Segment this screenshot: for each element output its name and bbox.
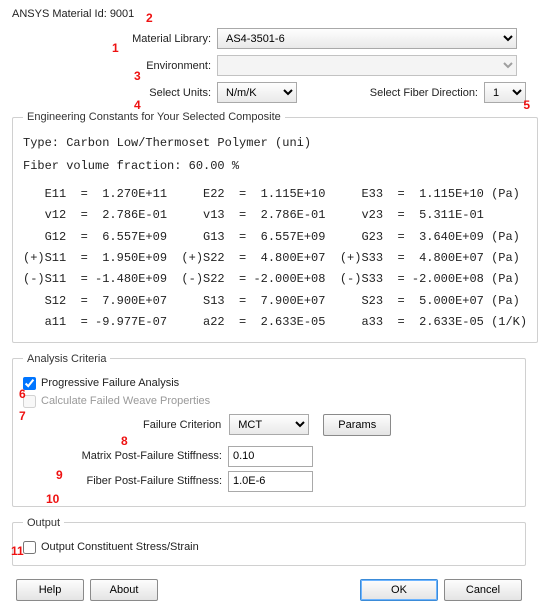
annotation-3: 3 bbox=[134, 69, 141, 83]
ok-button[interactable]: OK bbox=[360, 579, 438, 601]
output-constituent-checkbox[interactable] bbox=[23, 541, 36, 554]
annotation-1: 1 bbox=[112, 41, 119, 55]
annotation-5: 5 bbox=[523, 98, 530, 112]
matrix-pfs-label: Matrix Post-Failure Stiffness: bbox=[23, 450, 228, 462]
fiber-pfs-input[interactable] bbox=[228, 471, 313, 492]
failure-criterion-select[interactable]: MCT bbox=[229, 414, 309, 435]
analysis-criteria-legend: Analysis Criteria bbox=[23, 353, 110, 365]
fvf-line: Fiber volume fraction: 60.00 % bbox=[23, 158, 527, 175]
annotation-2: 2 bbox=[146, 11, 153, 25]
params-button[interactable]: Params bbox=[323, 414, 391, 436]
annotation-11: 11 bbox=[11, 544, 24, 558]
const-row-Sm: (-)S11 = -1.480E+09 (-)S22 = -2.000E+08 … bbox=[23, 271, 527, 288]
output-legend: Output bbox=[23, 517, 64, 529]
cancel-button[interactable]: Cancel bbox=[444, 579, 522, 601]
annotation-9: 9 bbox=[56, 468, 63, 482]
annotation-10: 10 bbox=[46, 492, 59, 506]
about-button[interactable]: About bbox=[90, 579, 158, 601]
const-row-G: G12 = 6.557E+09 G13 = 6.557E+09 G23 = 3.… bbox=[23, 229, 527, 246]
type-line: Type: Carbon Low/Thermoset Polymer (uni) bbox=[23, 135, 527, 152]
select-fiber-select[interactable]: 1 bbox=[484, 82, 526, 103]
select-units-select[interactable]: N/m/K bbox=[217, 82, 297, 103]
material-id-label: ANSYS Material Id: 9001 bbox=[12, 8, 526, 20]
progressive-failure-label: Progressive Failure Analysis bbox=[41, 377, 179, 389]
failed-weave-label: Calculate Failed Weave Properties bbox=[41, 395, 210, 407]
const-row-a: a11 = -9.977E-07 a22 = 2.633E-05 a33 = 2… bbox=[23, 314, 527, 331]
annotation-6: 6 bbox=[19, 387, 26, 401]
engineering-constants-group: Engineering Constants for Your Selected … bbox=[12, 111, 538, 343]
environment-label: Environment: bbox=[12, 60, 217, 72]
select-units-label: Select Units: bbox=[12, 87, 217, 99]
matrix-pfs-input[interactable] bbox=[228, 446, 313, 467]
failure-criterion-label: Failure Criterion bbox=[143, 419, 221, 431]
select-fiber-label: Select Fiber Direction: bbox=[370, 87, 478, 99]
fiber-pfs-label: Fiber Post-Failure Stiffness: bbox=[23, 475, 228, 487]
environment-select[interactable] bbox=[217, 55, 517, 76]
analysis-criteria-group: Analysis Criteria Progressive Failure An… bbox=[12, 353, 526, 507]
const-row-v: v12 = 2.786E-01 v13 = 2.786E-01 v23 = 5.… bbox=[23, 207, 527, 224]
output-group: Output Output Constituent Stress/Strain bbox=[12, 517, 526, 566]
engineering-constants-legend: Engineering Constants for Your Selected … bbox=[23, 111, 285, 123]
annotation-7: 7 bbox=[19, 409, 26, 423]
footer-bar: Help About OK Cancel bbox=[16, 579, 522, 601]
annotation-8: 8 bbox=[121, 434, 128, 448]
material-library-select[interactable]: AS4-3501-6 bbox=[217, 28, 517, 49]
output-constituent-label: Output Constituent Stress/Strain bbox=[41, 541, 199, 553]
const-row-E: E11 = 1.270E+11 E22 = 1.115E+10 E33 = 1.… bbox=[23, 186, 527, 203]
const-row-Sp: (+)S11 = 1.950E+09 (+)S22 = 4.800E+07 (+… bbox=[23, 250, 527, 267]
annotation-4: 4 bbox=[134, 98, 141, 112]
const-row-S12: S12 = 7.900E+07 S13 = 7.900E+07 S23 = 5.… bbox=[23, 293, 527, 310]
help-button[interactable]: Help bbox=[16, 579, 84, 601]
